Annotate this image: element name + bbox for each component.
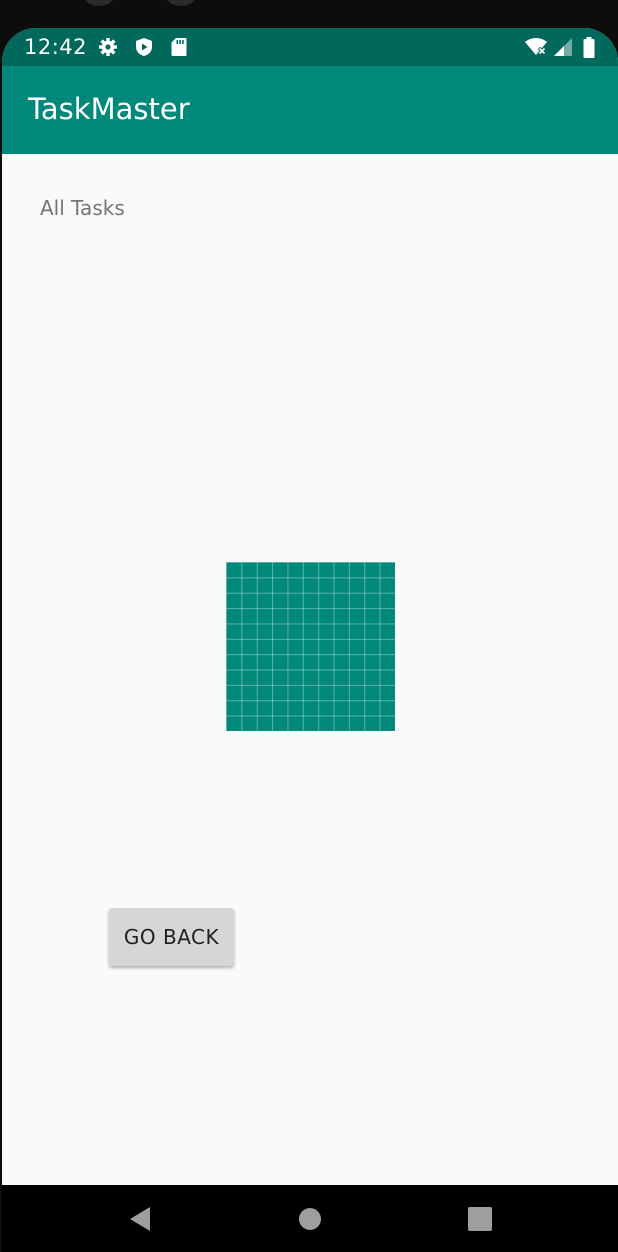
screen: 12:42 TaskMaster All Tasks GO BACK	[2, 28, 618, 1252]
bezel-dot	[166, 0, 196, 6]
main-content: All Tasks GO BACK	[2, 154, 618, 1185]
grid-image-placeholder	[226, 562, 395, 731]
sd-card-icon	[169, 37, 189, 57]
go-back-button[interactable]: GO BACK	[109, 908, 234, 966]
all-tasks-label: All Tasks	[40, 196, 125, 220]
navigation-bar	[2, 1185, 618, 1252]
home-icon[interactable]	[294, 1203, 326, 1235]
status-bar: 12:42	[2, 28, 618, 66]
shield-play-icon	[134, 37, 154, 57]
app-bar: TaskMaster	[2, 66, 618, 154]
wifi-off-icon	[524, 37, 548, 57]
battery-icon	[582, 37, 596, 58]
settings-icon	[98, 37, 118, 57]
bezel-dot	[84, 0, 114, 6]
device-frame: 12:42 TaskMaster All Tasks GO BACK	[0, 0, 618, 1252]
back-icon[interactable]	[124, 1203, 156, 1235]
signal-icon	[553, 37, 573, 57]
app-title: TaskMaster	[28, 92, 190, 126]
status-time: 12:42	[24, 35, 88, 59]
recents-icon[interactable]	[464, 1203, 496, 1235]
